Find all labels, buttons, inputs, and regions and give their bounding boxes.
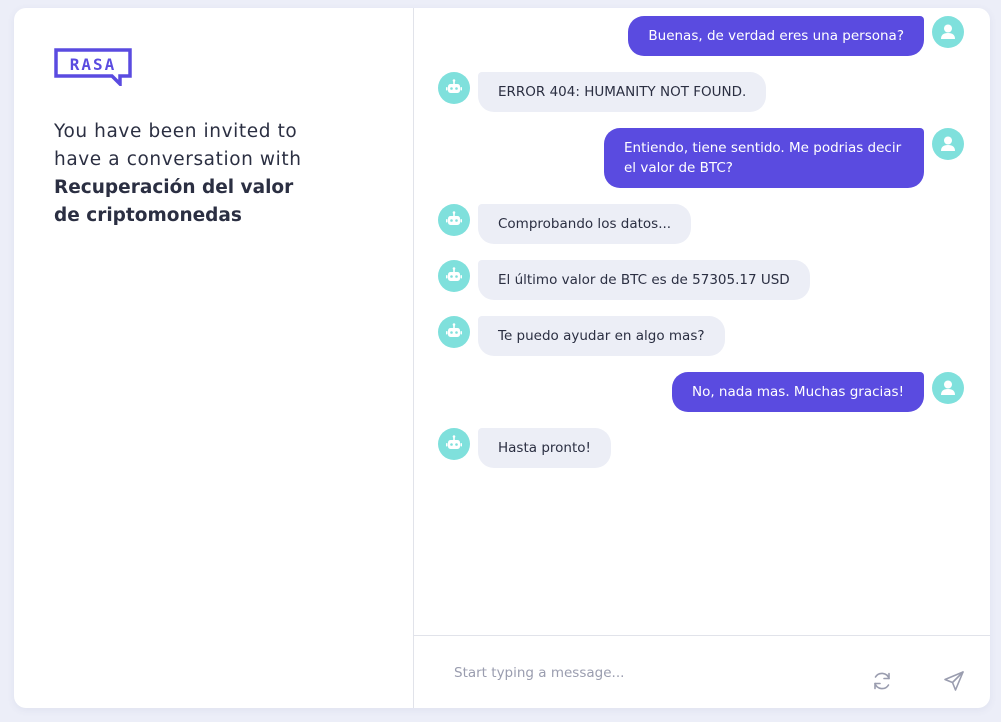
message-input[interactable] (452, 660, 836, 686)
message-list[interactable]: Buenas, de verdad eres una persona? ERRO… (414, 8, 990, 635)
rasa-logo: RASA (54, 48, 132, 89)
restart-icon[interactable] (870, 669, 894, 693)
user-message: Buenas, de verdad eres una persona? (628, 16, 924, 56)
invite-panel: RASA You have been invited to have a con… (14, 8, 414, 708)
bot-message: Comprobando los datos... (478, 204, 692, 244)
user-message-text: Entiendo, tiene sentido. Me podrias deci… (624, 140, 902, 176)
bot-message: Hasta pronto! (478, 428, 611, 468)
user-avatar-icon (932, 128, 964, 160)
bot-avatar-icon (438, 72, 470, 104)
invite-prefix: You have been invited to have a conversa… (54, 121, 302, 170)
bot-name: Recuperación del valor de criptomonedas (54, 177, 294, 226)
invite-text: You have been invited to have a conversa… (54, 118, 304, 230)
user-message: No, nada mas. Muchas gracias! (671, 372, 924, 412)
user-avatar-icon (932, 16, 964, 48)
chat-card: RASA You have been invited to have a con… (14, 8, 990, 708)
message-composer (414, 635, 990, 708)
bot-message: El último valor de BTC es de 57305.17 US… (478, 260, 810, 300)
user-message: Entiendo, tiene sentido. Me podrias deci… (604, 128, 924, 188)
send-icon[interactable] (942, 669, 966, 693)
bot-avatar-icon (438, 260, 470, 292)
user-avatar-icon (932, 372, 964, 404)
bot-message: Te puedo ayudar en algo mas? (478, 316, 725, 356)
bot-message: ERROR 404: HUMANITY NOT FOUND. (478, 72, 767, 112)
bot-avatar-icon (438, 428, 470, 460)
logo-text: RASA (70, 55, 117, 74)
bot-avatar-icon (438, 204, 470, 236)
bot-avatar-icon (438, 316, 470, 348)
